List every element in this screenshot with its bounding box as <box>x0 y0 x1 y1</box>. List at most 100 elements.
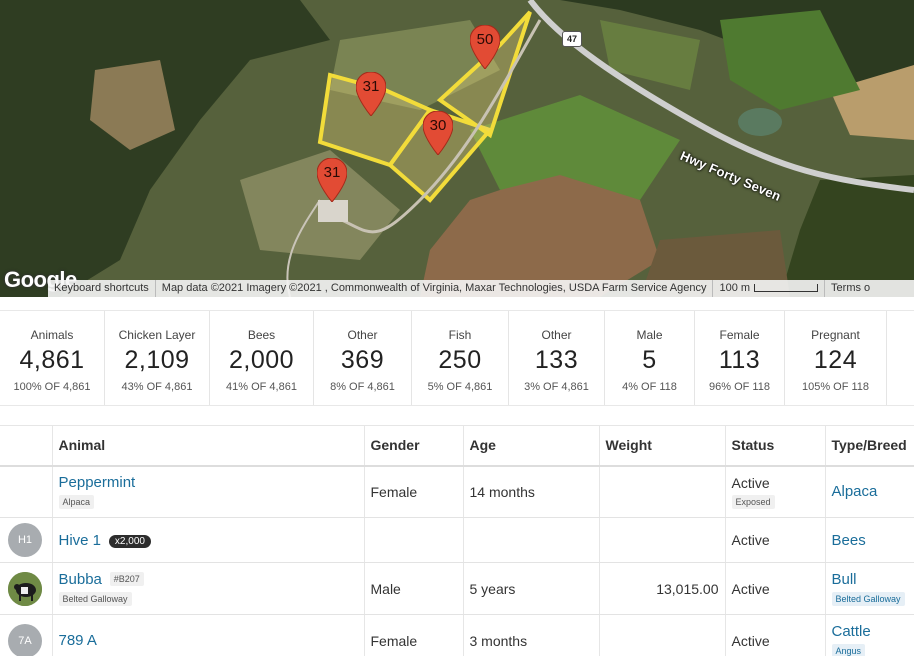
stat-label: Male <box>636 328 663 342</box>
status-cell: Active <box>724 517 825 563</box>
scale-label: 100 m <box>719 282 751 294</box>
status-badge: Exposed <box>731 494 775 509</box>
route-shield: 47 <box>562 31 582 47</box>
column-header-status[interactable]: Status <box>724 425 825 467</box>
column-header-weight[interactable]: Weight <box>598 425 725 467</box>
stat-sub: 105% OF 118 <box>801 381 870 393</box>
animal-cell: Bubba #B207 Belted Galloway <box>51 562 364 615</box>
avatar: H1 <box>8 523 42 557</box>
terms-link[interactable]: Terms o <box>825 280 876 297</box>
stat-sub: 100% OF 4,861 <box>13 381 91 393</box>
table-row[interactable]: Peppermint Alpaca Female 14 months Activ… <box>0 465 914 518</box>
map-marker[interactable]: 50 <box>470 25 500 69</box>
stat-bees[interactable]: Bees 2,000 41% OF 4,861 <box>210 311 314 405</box>
animals-table: Animal Gender Age Weight Status Type/Bre… <box>0 425 914 656</box>
type-cell: Alpaca <box>824 465 914 518</box>
stat-label: Fish <box>448 328 472 342</box>
gender-cell <box>363 517 463 563</box>
count-badge: x2,000 <box>108 534 151 548</box>
stat-female[interactable]: Female 113 96% OF 118 <box>695 311 785 405</box>
stat-sub: 43% OF 4,861 <box>121 381 193 393</box>
stat-label: Animals <box>30 328 74 342</box>
status-text: Active <box>731 532 770 548</box>
stat-animals[interactable]: Animals 4,861 100% OF 4,861 <box>0 311 105 405</box>
animal-name-link[interactable]: Hive 1 <box>59 532 102 549</box>
stat-sub: 8% OF 4,861 <box>330 381 395 393</box>
type-link[interactable]: Cattle <box>832 623 871 640</box>
map-marker[interactable]: 31 <box>317 158 347 202</box>
scale-bar <box>754 284 819 293</box>
breed-tag: Belted Galloway <box>831 592 905 606</box>
animal-cell: Peppermint Alpaca <box>51 465 364 518</box>
weight-cell <box>598 465 725 518</box>
column-header-type-breed[interactable]: Type/Breed <box>824 425 914 467</box>
avatar-cell <box>0 562 52 615</box>
table-row[interactable]: H1 Hive 1 x2,000 Active Bees <box>0 517 914 563</box>
stat-value: 5 <box>642 346 657 374</box>
stat-male[interactable]: Male 5 4% OF 118 <box>605 311 695 405</box>
stat-label: Other <box>541 328 572 342</box>
marker-label: 31 <box>362 78 380 95</box>
stat-value: 2,109 <box>124 346 190 374</box>
stat-sub: 96% OF 118 <box>709 381 770 393</box>
stat-sub: 3% OF 4,861 <box>524 381 589 393</box>
status-cell: Active Exposed <box>724 465 825 518</box>
stat-value: 4,861 <box>19 346 85 374</box>
animal-id-tag: #B207 <box>109 572 144 586</box>
column-header-gender[interactable]: Gender <box>363 425 463 467</box>
stat-label: Female <box>719 328 760 342</box>
table-header-row: Animal Gender Age Weight Status Type/Bre… <box>0 425 914 467</box>
gender-cell: Female <box>363 465 463 518</box>
animal-tag: Belted Galloway <box>58 592 132 606</box>
type-link[interactable]: Bull <box>832 571 857 588</box>
breed-tag: Angus <box>831 644 866 656</box>
stat-label: Pregnant <box>811 328 860 342</box>
avatar: 7A <box>8 623 42 656</box>
stat-value: 2,000 <box>228 346 295 374</box>
map-marker[interactable]: 31 <box>356 72 386 116</box>
gender-cell: Male <box>363 562 463 615</box>
animal-tag: Alpaca <box>58 495 95 510</box>
marker-label: 30 <box>429 117 447 134</box>
stat-value: 133 <box>534 346 579 374</box>
column-header-animal[interactable]: Animal <box>51 425 364 467</box>
type-link[interactable]: Alpaca <box>832 483 878 500</box>
type-link[interactable]: Bees <box>832 532 866 549</box>
animal-name-link[interactable]: 789 A <box>59 632 97 649</box>
stat-pregnant[interactable]: Pregnant 124 105% OF 118 <box>785 311 887 405</box>
stat-fish[interactable]: Fish 250 5% OF 4,861 <box>412 311 509 405</box>
stats-bar: Animals 4,861 100% OF 4,861 Chicken Laye… <box>0 310 914 406</box>
stat-value: 124 <box>813 346 858 374</box>
age-cell <box>462 517 599 563</box>
stat-other[interactable]: Other 369 8% OF 4,861 <box>314 311 412 405</box>
age-cell: 5 years <box>462 562 599 615</box>
stat-chicken-layer[interactable]: Chicken Layer 2,109 43% OF 4,861 <box>105 311 210 405</box>
weight-cell <box>598 517 725 563</box>
map-scale[interactable]: 100 m <box>713 280 826 297</box>
stat-sub: 4% OF 118 <box>622 381 677 393</box>
satellite-map[interactable]: 50 31 30 31 47 Hwy Forty Seven Google Ke… <box>0 0 914 297</box>
stat-other-2[interactable]: Other 133 3% OF 4,861 <box>509 311 605 405</box>
column-header-age[interactable]: Age <box>462 425 599 467</box>
stat-sub: 41% OF 4,861 <box>226 381 297 393</box>
age-cell: 3 months <box>462 614 599 656</box>
marker-label: 50 <box>476 31 494 48</box>
map-marker[interactable]: 30 <box>423 111 453 155</box>
type-cell: Cattle Angus <box>824 614 914 656</box>
weight-cell <box>598 614 725 656</box>
type-cell: Bees <box>824 517 914 563</box>
status-text: Active <box>731 580 770 597</box>
gender-cell: Female <box>363 614 463 656</box>
stat-value: 369 <box>340 346 385 374</box>
table-row[interactable]: Bubba #B207 Belted Galloway Male 5 years… <box>0 562 914 615</box>
animal-cell: 789 A <box>51 614 364 656</box>
age-cell: 14 months <box>462 465 599 518</box>
map-imagery <box>0 0 914 297</box>
animal-name-link[interactable]: Bubba <box>59 571 102 588</box>
table-row[interactable]: 7A 789 A Female 3 months Active Cattle A… <box>0 614 914 656</box>
cow-photo-icon <box>8 571 42 606</box>
keyboard-shortcuts-link[interactable]: Keyboard shortcuts <box>48 280 156 297</box>
animal-name-link[interactable]: Peppermint <box>59 474 136 491</box>
status-text: Active <box>731 632 770 649</box>
status-cell: Active <box>724 614 825 656</box>
